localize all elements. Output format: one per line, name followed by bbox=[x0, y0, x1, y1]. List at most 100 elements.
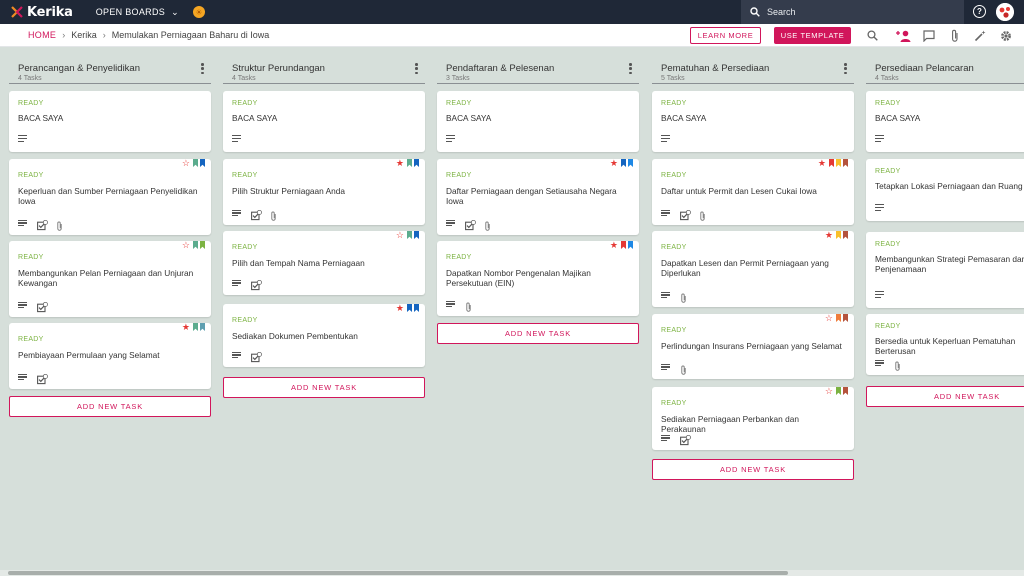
card-tags[interactable]: ★ bbox=[825, 231, 848, 240]
use-template-button[interactable]: USE TEMPLATE bbox=[774, 27, 851, 44]
settings-gear-icon[interactable] bbox=[999, 29, 1012, 42]
task-card[interactable]: READY BACA SAYA bbox=[866, 91, 1024, 152]
card-tags[interactable]: ★ bbox=[818, 159, 848, 168]
chat-icon[interactable] bbox=[922, 29, 935, 42]
star-outline-icon[interactable]: ☆ bbox=[825, 314, 833, 323]
card-tags[interactable]: ★ bbox=[610, 241, 633, 250]
add-new-task-button[interactable]: ADD NEW TASK bbox=[9, 396, 211, 417]
column-header[interactable]: Persediaan Pelancaran 4 Tasks bbox=[866, 47, 1024, 84]
task-card[interactable]: ★ READY Pilih Struktur Perniagaan Anda bbox=[223, 159, 425, 225]
card-tags[interactable]: ★ bbox=[610, 159, 633, 168]
column-header[interactable]: Perancangan & Penyelidikan 4 Tasks bbox=[9, 47, 211, 84]
add-new-task-button[interactable]: ADD NEW TASK bbox=[652, 459, 854, 480]
attachment-icon[interactable] bbox=[948, 29, 961, 42]
card-tags[interactable]: ★ bbox=[182, 323, 205, 332]
task-card[interactable]: ★ READY Dapatkan Lesen dan Permit Perniaga… bbox=[652, 231, 854, 307]
card-icons bbox=[446, 218, 499, 231]
column-menu-icon[interactable] bbox=[201, 63, 204, 74]
star-filled-icon[interactable]: ★ bbox=[818, 159, 826, 168]
board-column: Perancangan & Penyelidikan 4 Tasks READY BA… bbox=[9, 47, 211, 567]
board-column: Persediaan Pelancaran 4 Tasks READY BACA SA… bbox=[866, 47, 1024, 567]
add-new-task-button[interactable]: ADD NEW TASK bbox=[866, 386, 1024, 407]
column-menu-icon[interactable] bbox=[844, 63, 847, 74]
bookmark-tag-icon bbox=[836, 231, 841, 239]
breadcrumb-home[interactable]: HOME bbox=[28, 30, 56, 40]
description-icon bbox=[18, 135, 27, 142]
star-filled-icon[interactable]: ★ bbox=[396, 159, 404, 168]
card-tags[interactable]: ☆ bbox=[182, 159, 205, 168]
task-card[interactable]: ★ READY Daftar untuk Permit dan Lesen Cuka… bbox=[652, 159, 854, 225]
star-filled-icon[interactable]: ★ bbox=[182, 323, 190, 332]
task-card[interactable]: READY BACA SAYA bbox=[652, 91, 854, 152]
column-header[interactable]: Pendaftaran & Pelesenan 3 Tasks bbox=[437, 47, 639, 84]
task-card[interactable]: READY Bersedia untuk Keperluan Pematuhan … bbox=[866, 314, 1024, 375]
card-status: READY bbox=[875, 241, 901, 248]
card-tags[interactable]: ★ bbox=[396, 304, 419, 313]
task-card[interactable]: READY BACA SAYA bbox=[9, 91, 211, 152]
card-title: Dapatkan Lesen dan Permit Perniagaan yan… bbox=[661, 258, 829, 278]
search-input[interactable] bbox=[767, 7, 947, 17]
breadcrumb-org[interactable]: Kerika bbox=[71, 30, 97, 40]
task-card[interactable]: ☆ READY Sediakan Perniagaan Perbankan dan … bbox=[652, 387, 854, 450]
kerika-logo[interactable]: Kerika bbox=[10, 5, 73, 20]
open-boards-menu[interactable]: OPEN BOARDS ⌄ bbox=[96, 7, 179, 18]
card-status: READY bbox=[446, 172, 472, 179]
breadcrumb-bar: HOME › Kerika › Memulakan Perniagaan Bah… bbox=[0, 24, 1024, 47]
star-filled-icon[interactable]: ★ bbox=[610, 241, 618, 250]
task-card[interactable]: READY Membangunkan Strategi Pemasaran dan… bbox=[866, 232, 1024, 308]
board-search-icon[interactable] bbox=[866, 29, 879, 42]
task-card[interactable]: READY Tetapkan Lokasi Perniagaan dan Ruan… bbox=[866, 159, 1024, 221]
star-filled-icon[interactable]: ★ bbox=[396, 304, 404, 313]
task-card[interactable]: READY BACA SAYA bbox=[223, 91, 425, 152]
task-card[interactable]: ★ READY Pembiayaan Permulaan yang Selamat bbox=[9, 323, 211, 389]
add-new-task-button[interactable]: ADD NEW TASK bbox=[223, 377, 425, 398]
column-header[interactable]: Pematuhan & Persediaan 5 Tasks bbox=[652, 47, 854, 84]
task-card[interactable]: READY BACA SAYA bbox=[437, 91, 639, 152]
open-boards-label: OPEN BOARDS bbox=[95, 7, 166, 17]
card-tags[interactable]: ☆ bbox=[182, 241, 205, 250]
task-card[interactable]: ☆ READY Keperluan dan Sumber Perniagaan Pe… bbox=[9, 159, 211, 235]
bookmark-tag-icon bbox=[407, 231, 412, 239]
star-filled-icon[interactable]: ★ bbox=[825, 231, 833, 240]
horizontal-scrollbar[interactable] bbox=[0, 570, 1024, 576]
search-bar[interactable] bbox=[741, 0, 964, 24]
star-outline-icon[interactable]: ☆ bbox=[396, 231, 404, 240]
help-icon[interactable]: ? bbox=[973, 5, 986, 18]
bookmark-tag-icon bbox=[193, 323, 198, 331]
card-title: Pembiayaan Permulaan yang Selamat bbox=[18, 350, 160, 360]
card-tags[interactable]: ★ bbox=[396, 159, 419, 168]
description-icon bbox=[446, 219, 455, 227]
card-tags[interactable]: ☆ bbox=[396, 231, 419, 240]
bookmark-tag-icon bbox=[621, 241, 626, 249]
column-header[interactable]: Struktur Perundangan 4 Tasks bbox=[223, 47, 425, 84]
star-filled-icon[interactable]: ★ bbox=[610, 159, 618, 168]
card-tags[interactable]: ☆ bbox=[825, 314, 848, 323]
column-menu-icon[interactable] bbox=[629, 63, 632, 74]
task-card[interactable]: ★ READY Dapatkan Nombor Pengenalan Majikan… bbox=[437, 241, 639, 316]
task-card[interactable]: ☆ READY Pilih dan Tempah Nama Perniagaan bbox=[223, 231, 425, 295]
card-status: READY bbox=[446, 254, 472, 261]
add-new-task-button[interactable]: ADD NEW TASK bbox=[437, 323, 639, 344]
star-outline-icon[interactable]: ☆ bbox=[825, 387, 833, 396]
star-outline-icon[interactable]: ☆ bbox=[182, 159, 190, 168]
card-tags[interactable]: ☆ bbox=[825, 387, 848, 396]
card-title: Tetapkan Lokasi Perniagaan dan Ruang Ker… bbox=[875, 181, 1024, 191]
column-task-count: 5 Tasks bbox=[661, 75, 685, 82]
add-person-icon[interactable] bbox=[896, 29, 911, 42]
column-menu-icon[interactable] bbox=[415, 63, 418, 74]
scrollbar-thumb[interactable] bbox=[8, 571, 788, 575]
task-card[interactable]: ☆ READY Membangunkan Pelan Perniagaan dan … bbox=[9, 241, 211, 317]
learn-more-button[interactable]: LEARN MORE bbox=[690, 27, 761, 44]
magic-wand-icon[interactable] bbox=[973, 29, 986, 42]
card-status: READY bbox=[232, 244, 258, 251]
bookmark-tag-icon bbox=[407, 159, 412, 167]
checklist-icon bbox=[680, 433, 691, 446]
bookmark-tag-icon bbox=[414, 159, 419, 167]
org-badge-icon[interactable]: ☀ bbox=[192, 6, 205, 18]
star-outline-icon[interactable]: ☆ bbox=[182, 241, 190, 250]
task-card[interactable]: ☆ READY Perlindungan Insurans Perniagaan y… bbox=[652, 314, 854, 379]
task-card[interactable]: ★ READY Daftar Perniagaan dengan Setiausah… bbox=[437, 159, 639, 235]
card-icons bbox=[875, 204, 894, 211]
task-card[interactable]: ★ READY Sediakan Dokumen Pembentukan bbox=[223, 304, 425, 367]
avatar[interactable] bbox=[996, 3, 1014, 21]
